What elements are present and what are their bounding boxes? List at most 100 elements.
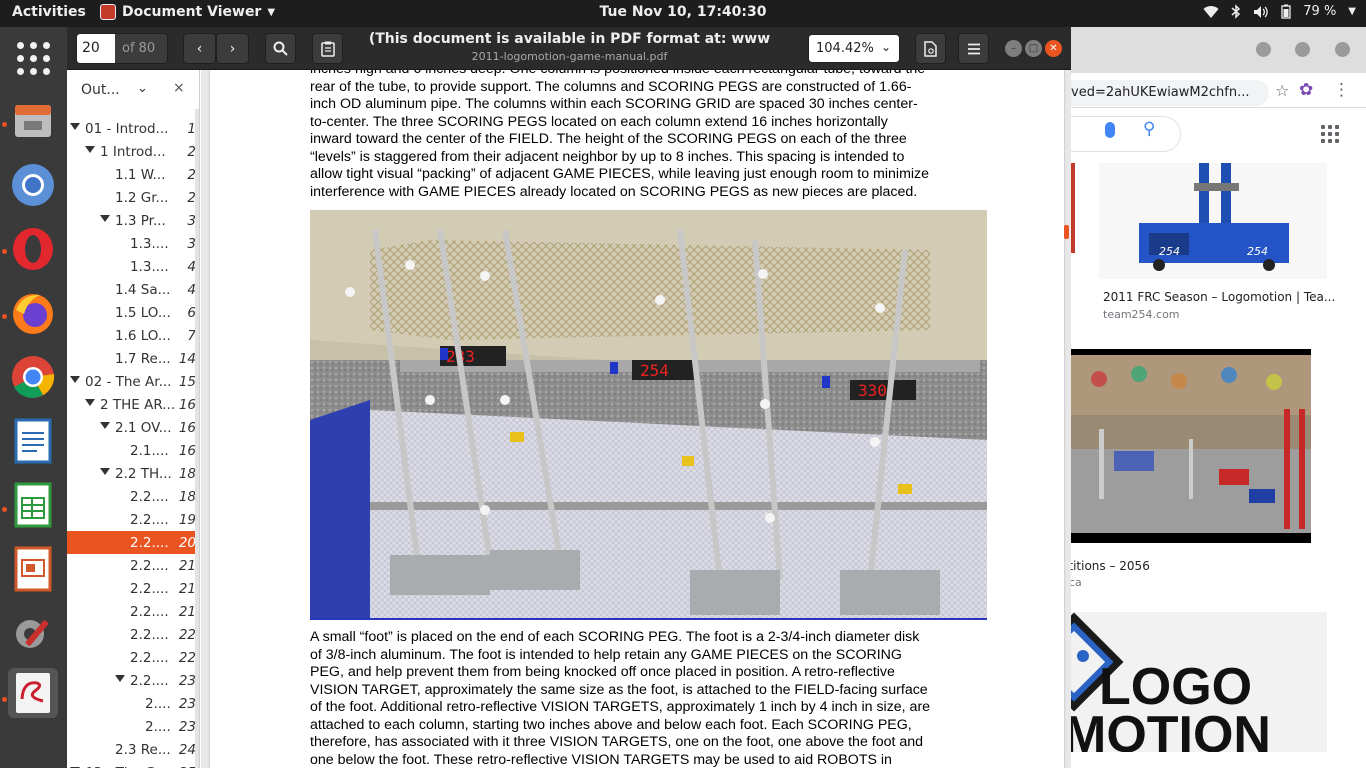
minimize-button[interactable]: – [1005,40,1022,57]
annotate-button[interactable] [312,33,343,64]
previous-page-button[interactable]: ‹ [183,33,216,64]
next-page-button[interactable]: › [216,33,249,64]
expander-icon[interactable] [70,376,80,383]
outline-item[interactable]: 1.2 Gr... 2 [67,186,199,209]
menu-button[interactable] [958,33,989,64]
close-icon[interactable] [1335,42,1350,57]
document-view[interactable]: inches high and 6 inches deep. One colum… [201,70,1071,768]
firefox-launcher[interactable] [8,288,58,338]
result-source[interactable]: team254.com [1103,308,1180,321]
expander-icon[interactable] [100,215,110,222]
clipboard-icon [320,41,335,57]
close-button[interactable]: ✕ [1045,40,1062,57]
outline-item[interactable]: 2.2.... 19 [67,508,199,531]
page-selector[interactable]: 20 of 80 [76,33,168,64]
outline-item[interactable]: 1.7 Re... 14 [67,347,199,370]
outline-item-label: 01 - Introd... [85,121,169,137]
outline-item-page: 22 [178,650,196,666]
extension-icon[interactable]: ✿ [1299,80,1313,100]
search-icon [273,41,288,56]
sidebar-scrollbar[interactable] [195,109,199,768]
outline-item[interactable]: 2.2 TH... 18 [67,462,199,485]
outline-item[interactable]: 2.2.... 21 [67,600,199,623]
image-result[interactable]: LOGO MOTION [1069,612,1327,752]
outline-item[interactable]: 01 - Introd... 1 [67,117,199,140]
settings-launcher[interactable] [8,608,58,658]
files-launcher[interactable] [8,95,58,145]
outline-item[interactable]: 2.2.... 22 [67,623,199,646]
outline-item[interactable]: 2 THE AR... 16 [67,393,199,416]
microphone-icon[interactable] [1105,122,1115,138]
opera-launcher[interactable] [8,224,58,274]
outline-item[interactable]: 2.... 23 [67,692,199,715]
search-button[interactable] [265,33,296,64]
expander-icon[interactable] [85,399,95,406]
outline-item[interactable]: 2.2.... 21 [67,577,199,600]
outline-item[interactable]: 2.2.... 23 [67,669,199,692]
outline-item[interactable]: 1.1 W... 2 [67,163,199,186]
logo-text-motion: MOTION [1069,706,1271,752]
app-menu[interactable]: Document Viewer ▼ [100,4,275,20]
outline-item-page: 16 [178,420,196,436]
outline-item-label: 1.3 Pr... [115,213,166,229]
impress-launcher[interactable] [8,544,58,594]
maximize-icon[interactable] [1295,42,1310,57]
minimize-icon[interactable] [1256,42,1271,57]
outline-item[interactable]: 02 - The Ar... 15 [67,370,199,393]
chrome-launcher[interactable] [8,352,58,402]
zoom-selector[interactable]: 104.42% ⌄ [808,34,900,63]
maximize-button[interactable]: □ [1025,40,1042,57]
scrollbar-thumb[interactable] [1064,225,1069,239]
result-title[interactable]: 2011 FRC Season – Logomotion | Tea... [1103,290,1335,304]
outline-item[interactable]: 1.3.... 3 [67,232,199,255]
search-icon[interactable]: ⚲ [1143,119,1155,139]
outline-item[interactable]: 1.4 Sa... 4 [67,278,199,301]
page-number-input[interactable]: 20 [77,34,115,63]
text-line: inch OD aluminum pipe. The columns withi… [310,96,918,112]
outline-item[interactable]: 03 - The Ga...25 [67,761,199,768]
chromium-launcher[interactable] [8,160,58,210]
search-box[interactable] [1069,116,1181,152]
outline-item[interactable]: 2.2.... 21 [67,554,199,577]
expander-icon[interactable] [100,468,110,475]
image-result[interactable] [1069,349,1311,543]
outline-item[interactable]: 1.3.... 4 [67,255,199,278]
outline-item[interactable]: 2.2.... 22 [67,646,199,669]
result-title[interactable]: etitions – 2056 [1069,559,1150,573]
expander-icon[interactable] [70,123,80,130]
outline-item-label: 1.6 LO... [115,328,171,344]
google-apps-icon[interactable] [1321,125,1339,143]
outline-item[interactable]: 2.2.... 20 [67,531,199,554]
outline-item[interactable]: 1 Introd... 2 [67,140,199,163]
outline-item[interactable]: 1.3 Pr... 3 [67,209,199,232]
page-view-button[interactable] [915,33,946,64]
show-applications-button[interactable] [8,33,58,83]
outline-item[interactable]: 1.6 LO... 7 [67,324,199,347]
outline-item[interactable]: 2.1 OV... 16 [67,416,199,439]
apps-grid-icon [16,41,50,75]
star-icon[interactable]: ☆ [1275,81,1289,100]
outline-item[interactable]: 2.2.... 18 [67,485,199,508]
text-line: to-center. The three SCORING PEGS locate… [310,113,888,130]
outline-item[interactable]: 1.5 LO... 6 [67,301,199,324]
writer-launcher[interactable] [8,416,58,466]
calc-launcher[interactable] [8,480,58,530]
sidebar-mode-label[interactable]: Out... [81,82,120,98]
close-sidebar-icon[interactable]: × [173,80,185,96]
outline-item[interactable]: 2.3 Re... 24 [67,738,199,761]
text-line: inward toward the center of the FIELD. T… [310,131,907,147]
image-result[interactable]: 254 254 [1099,163,1327,279]
outline-item[interactable]: 2.... 23 [67,715,199,738]
expander-icon[interactable] [100,422,110,429]
activities-button[interactable]: Activities [12,4,86,20]
more-icon[interactable]: ⋮ [1333,80,1350,100]
expander-icon[interactable] [85,146,95,153]
address-bar[interactable]: ved=2ahUKEwiawM2chfn... [1069,80,1269,106]
chevron-down-icon[interactable]: ⌄ [137,81,148,96]
document-scrollbar[interactable] [1064,70,1070,768]
document-viewer-launcher[interactable] [8,668,58,718]
expander-icon[interactable] [115,675,125,682]
text-line: “levels” is staggered from their adjacen… [310,148,905,165]
outline-item[interactable]: 2.1.... 16 [67,439,199,462]
system-tray[interactable]: 79 % ▼ [1203,4,1356,19]
